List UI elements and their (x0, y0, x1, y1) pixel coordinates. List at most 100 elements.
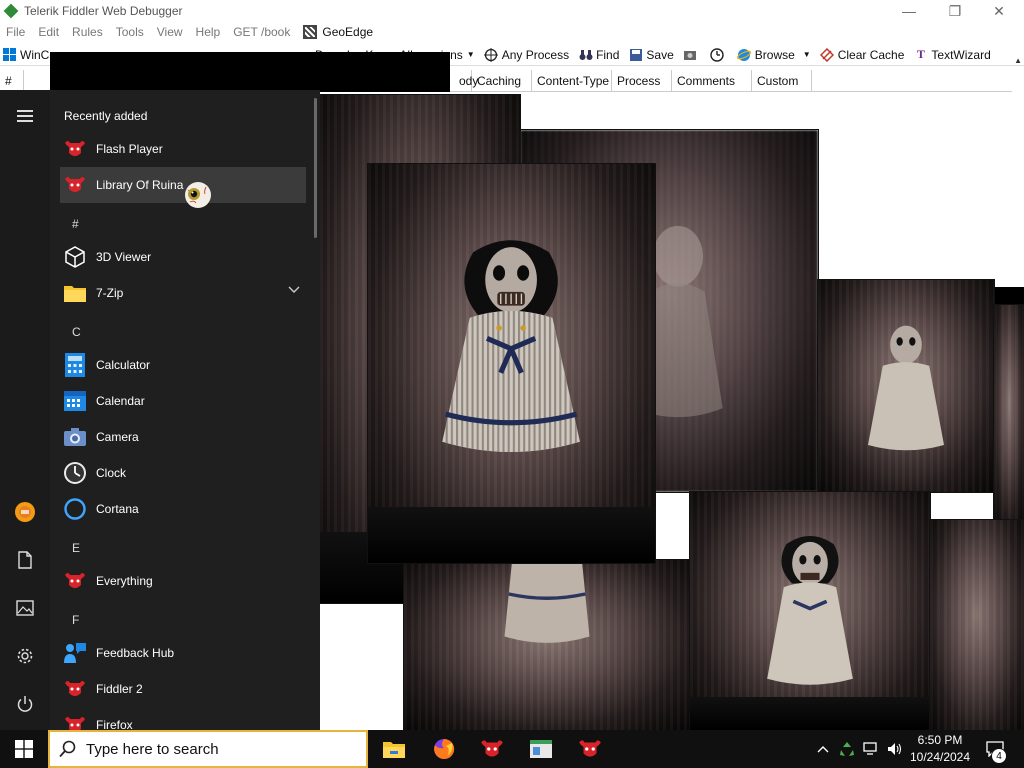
chevron-down-icon[interactable] (288, 286, 300, 294)
maximize-button[interactable]: ❐ (932, 0, 978, 22)
app-calendar[interactable]: Calendar (60, 383, 306, 419)
red-bull-icon (62, 172, 88, 198)
app-flash-player[interactable]: Flash Player (60, 131, 306, 167)
menu-geoedge[interactable]: GeoEdge (303, 25, 373, 39)
letter-header-hash[interactable]: # (72, 217, 79, 231)
hamburger-icon (17, 107, 33, 125)
photo-window-titlebar (50, 52, 450, 92)
menu-get-book[interactable]: GET /book (233, 25, 290, 39)
fiddler-logo-icon (3, 3, 19, 19)
blank-window (520, 100, 818, 130)
avatar (15, 502, 35, 522)
title-bar[interactable]: Telerik Fiddler Web Debugger — ❐ ✕ (0, 0, 1024, 22)
textwizard-button[interactable]: T TextWizard (913, 47, 991, 62)
any-process-button[interactable]: Any Process (484, 47, 569, 62)
save-icon (628, 47, 643, 62)
horror-doll-image-front (368, 164, 655, 563)
app-7-zip[interactable]: 7-Zip (60, 275, 306, 311)
save-button[interactable]: Save (628, 47, 674, 62)
show-hidden-icons-button[interactable] (812, 730, 834, 768)
search-box[interactable] (48, 730, 368, 768)
doll-figure-icon (767, 536, 853, 685)
app-library-of-ruina[interactable]: Library Of Ruina (60, 167, 306, 203)
menu-help[interactable]: Help (196, 25, 221, 39)
app-cortana[interactable]: Cortana (60, 491, 306, 527)
browse-dropdown-arrow-icon: ▼ (802, 50, 811, 59)
screenshot-button[interactable] (683, 47, 701, 62)
search-input[interactable] (86, 740, 346, 758)
app-label: Firefox (96, 718, 133, 730)
app-camera[interactable]: Camera (60, 419, 306, 455)
hamburger-menu-button[interactable] (0, 92, 50, 140)
pictures-button[interactable] (0, 584, 50, 632)
settings-button[interactable] (0, 632, 50, 680)
crosshair-icon (484, 47, 499, 62)
window-title: Telerik Fiddler Web Debugger (24, 4, 183, 18)
letter-header-e[interactable]: E (72, 541, 80, 555)
menu-edit[interactable]: Edit (38, 25, 59, 39)
app-clock[interactable]: Clock (60, 455, 306, 491)
clear-cache-icon (820, 47, 835, 62)
menu-view[interactable]: View (157, 25, 183, 39)
app-everything[interactable]: Everything (60, 563, 306, 599)
user-avatar-button[interactable] (0, 488, 50, 536)
volume-icon[interactable] (884, 730, 906, 768)
taskbar-fiddler[interactable] (468, 730, 516, 768)
recently-added-heading: Recently added (64, 109, 148, 123)
app-label: Clock (96, 466, 127, 480)
start-button[interactable] (0, 730, 48, 768)
col-number[interactable]: # (0, 70, 24, 92)
find-button[interactable]: Find (578, 47, 619, 62)
chevron-up-icon (817, 746, 829, 753)
network-icon[interactable] (860, 730, 882, 768)
app-firefox[interactable]: Firefox (60, 707, 306, 730)
notification-count-badge: 4 (991, 748, 1007, 764)
app-feedback-hub[interactable]: Feedback Hub (60, 635, 306, 671)
app-3d-viewer[interactable]: 3D Viewer (60, 239, 306, 275)
taskbar-red-bull-app[interactable] (566, 730, 614, 768)
red-bull-icon (62, 568, 88, 594)
power-button[interactable] (0, 680, 50, 728)
taskbar-firefox[interactable] (420, 730, 468, 768)
col-comments[interactable]: Comments (672, 70, 752, 92)
letter-header-f[interactable]: F (72, 613, 79, 627)
eyeball-cursor-icon (185, 182, 211, 208)
winconfig-button[interactable]: WinCo (2, 47, 56, 62)
red-bull-icon (62, 676, 88, 702)
minimize-button[interactable]: — (886, 0, 932, 22)
blank-window-edge (990, 287, 1024, 305)
geoedge-icon (303, 25, 318, 39)
system-clock[interactable]: 6:50 PM 10/24/2024 (906, 732, 974, 766)
menu-tools[interactable]: Tools (116, 25, 144, 39)
col-caching[interactable]: Caching (472, 70, 532, 92)
app-calculator[interactable]: Calculator (60, 347, 306, 383)
col-custom[interactable]: Custom (752, 70, 812, 92)
app-label: Feedback Hub (96, 646, 175, 660)
close-button[interactable]: ✕ (976, 0, 1022, 22)
clear-cache-button[interactable]: Clear Cache (820, 47, 904, 62)
app-fiddler-2[interactable]: Fiddler 2 (60, 671, 306, 707)
menu-rules[interactable]: Rules (72, 25, 103, 39)
horror-doll-image (930, 520, 1024, 730)
clock-time: 6:50 PM (917, 733, 963, 747)
app-list-scrollbar[interactable] (314, 98, 317, 238)
taskbar-file-explorer[interactable] (370, 730, 418, 768)
tray-recycle-icon[interactable] (836, 730, 858, 768)
col-content-type[interactable]: Content-Type (532, 70, 612, 92)
taskbar-window-app[interactable] (517, 730, 565, 768)
any-process-label: Any Process (501, 47, 570, 62)
toolbar-overflow-icon[interactable]: ▲ (1014, 56, 1022, 65)
windows-logo-icon (15, 740, 33, 758)
col-process[interactable]: Process (612, 70, 672, 92)
calculator-icon (62, 352, 88, 378)
window-app-icon (530, 740, 552, 758)
power-icon (17, 696, 33, 712)
horror-doll-image (818, 280, 994, 492)
geoedge-label: GeoEdge (322, 25, 374, 39)
timer-button[interactable] (710, 47, 728, 62)
browse-button[interactable]: Browse ▼ (737, 47, 811, 62)
menu-file[interactable]: File (6, 25, 25, 39)
app-label: Fiddler 2 (96, 682, 143, 696)
documents-button[interactable] (0, 536, 50, 584)
letter-header-c[interactable]: C (72, 325, 81, 339)
